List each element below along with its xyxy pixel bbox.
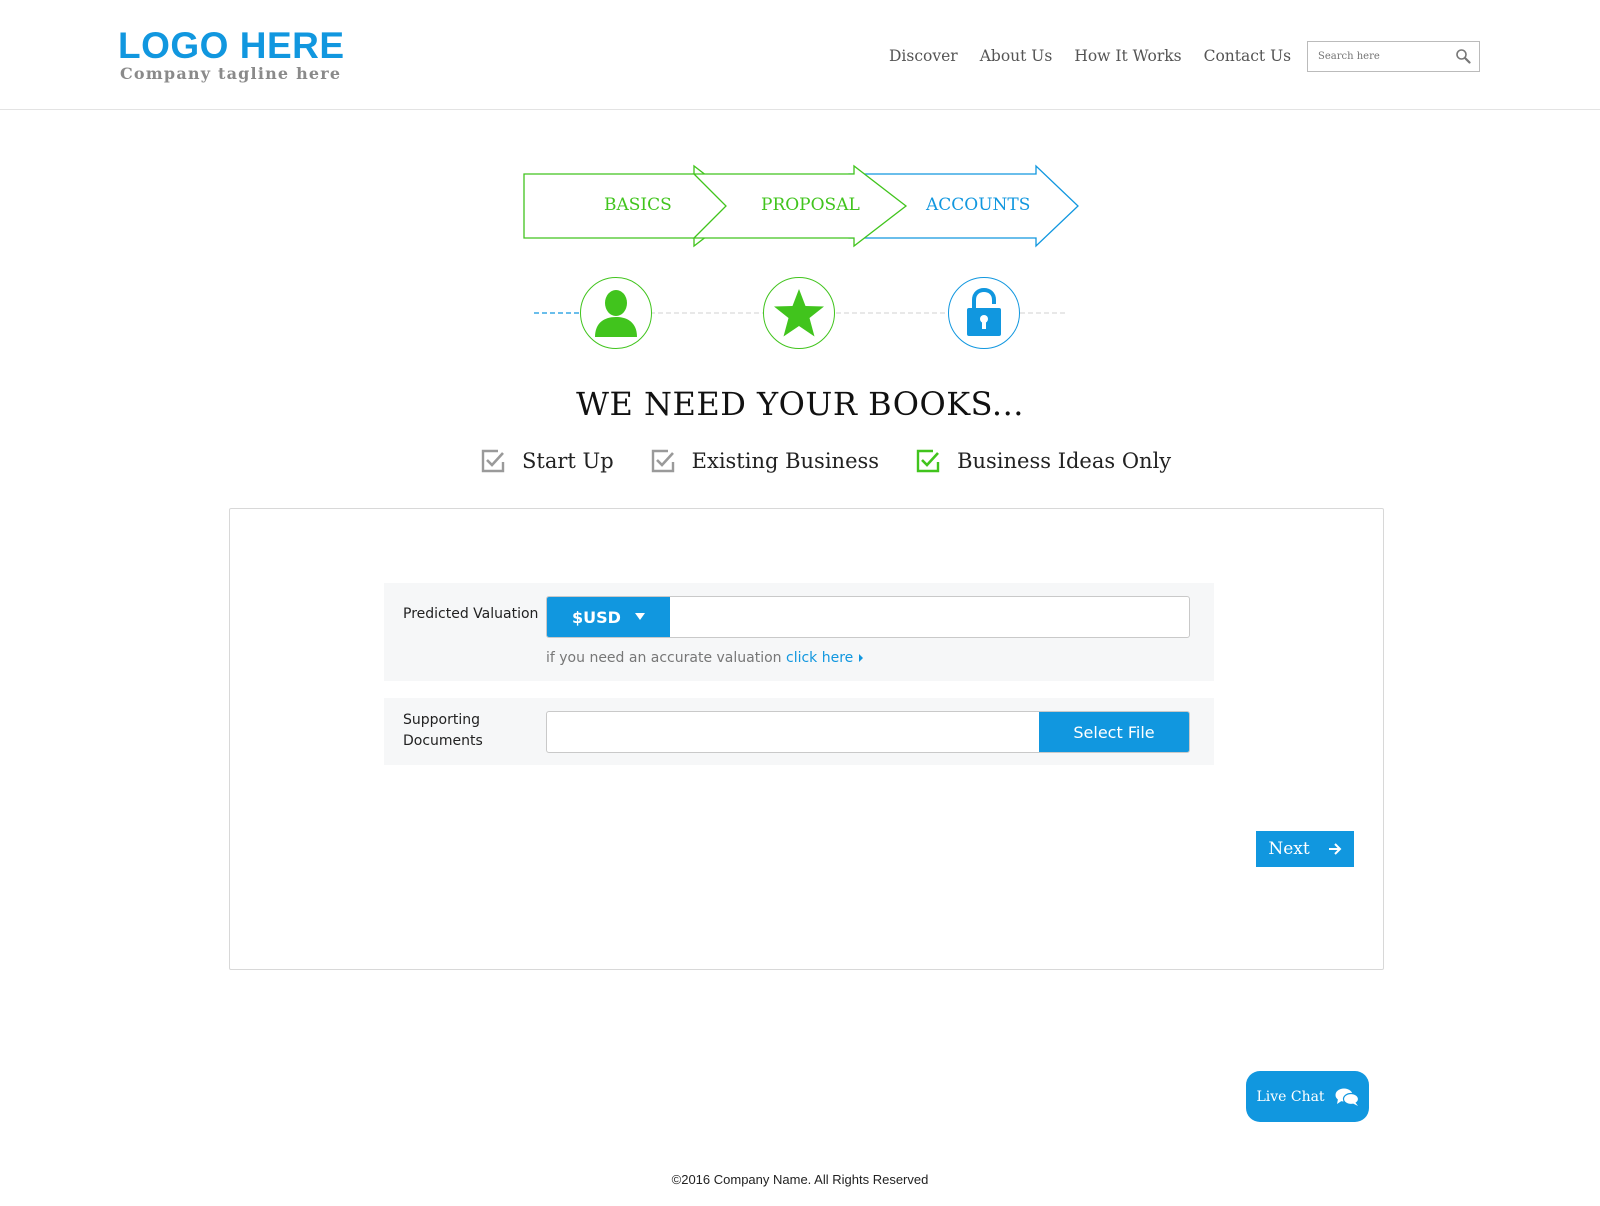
file-path-input[interactable] [547,712,1039,752]
nav-contact-us[interactable]: Contact Us [1204,47,1292,65]
currency-select[interactable]: $USD [547,597,670,637]
logo-text: LOGO HERE [118,25,345,66]
option-existing-business[interactable]: Existing Business [650,448,879,474]
documents-label-line2: Documents [403,733,483,749]
dropdown-caret-icon [634,613,645,620]
checkbox-checked-icon[interactable] [915,448,941,474]
nav-discover[interactable]: Discover [889,47,958,65]
step-icons [530,273,1070,353]
option-label: Business Ideas Only [957,449,1172,473]
valuation-row: Predicted Valuation $USD if you need an … [384,583,1214,681]
chat-bubbles-icon [1335,1088,1359,1106]
nav-about-us[interactable]: About Us [980,47,1053,65]
checkbox-icon[interactable] [480,448,506,474]
search-box [1307,41,1480,72]
hint-text: if you need an accurate valuation [546,650,782,666]
search-input[interactable] [1308,42,1448,71]
click-here-link[interactable]: click here [786,650,853,666]
page-title: WE NEED YOUR BOOKS... [576,385,1024,423]
currency-value: $USD [572,607,621,627]
business-type-options: Start Up Existing Business Business Idea… [480,448,1207,474]
option-label: Existing Business [691,449,880,473]
form-panel: Predicted Valuation $USD if you need an … [229,508,1384,970]
select-file-button[interactable]: Select File [1039,712,1189,752]
nav-how-it-works[interactable]: How It Works [1074,47,1181,65]
logo[interactable]: LOGO HERE Company tagline here [118,25,345,84]
documents-label-line1: Supporting [403,712,480,728]
next-label: Next [1268,839,1310,859]
documents-row: Supporting Documents Select File [384,698,1214,765]
option-start-up[interactable]: Start Up [480,448,614,474]
valuation-label: Predicted Valuation [403,606,539,622]
tagline: Company tagline here [120,64,342,83]
unlock-icon [967,288,1001,336]
option-label: Start Up [522,449,614,473]
arrow-right-icon [1328,843,1342,855]
next-button[interactable]: Next [1256,831,1354,867]
valuation-hint: if you need an accurate valuation click … [546,650,864,666]
site-header: LOGO HERE Company tagline here Discover … [0,0,1600,110]
option-business-ideas-only[interactable]: Business Ideas Only [915,448,1171,474]
documents-label: Supporting Documents [403,710,483,752]
step-label-basics[interactable]: BASICS [604,195,672,215]
step-label-proposal[interactable]: PROPOSAL [761,195,860,215]
step-circle-accounts[interactable] [948,277,1020,349]
search-icon[interactable] [1455,48,1471,64]
live-chat-label: Live Chat [1256,1088,1325,1105]
step-circle-proposal[interactable] [763,277,835,349]
star-icon [774,289,824,337]
step-label-accounts[interactable]: ACCOUNTS [926,195,1030,215]
step-circle-basics[interactable] [580,277,652,349]
checkbox-icon[interactable] [650,448,676,474]
user-icon [595,290,637,337]
valuation-input-group: $USD [546,596,1190,638]
caret-right-icon [859,654,864,662]
live-chat-button[interactable]: Live Chat [1246,1071,1369,1122]
footer-copyright: ©2016 Company Name. All Rights Reserved [671,1172,929,1187]
valuation-input[interactable] [671,597,1189,637]
file-input-group: Select File [546,711,1190,753]
main-nav: Discover About Us How It Works Contact U… [889,47,1291,65]
